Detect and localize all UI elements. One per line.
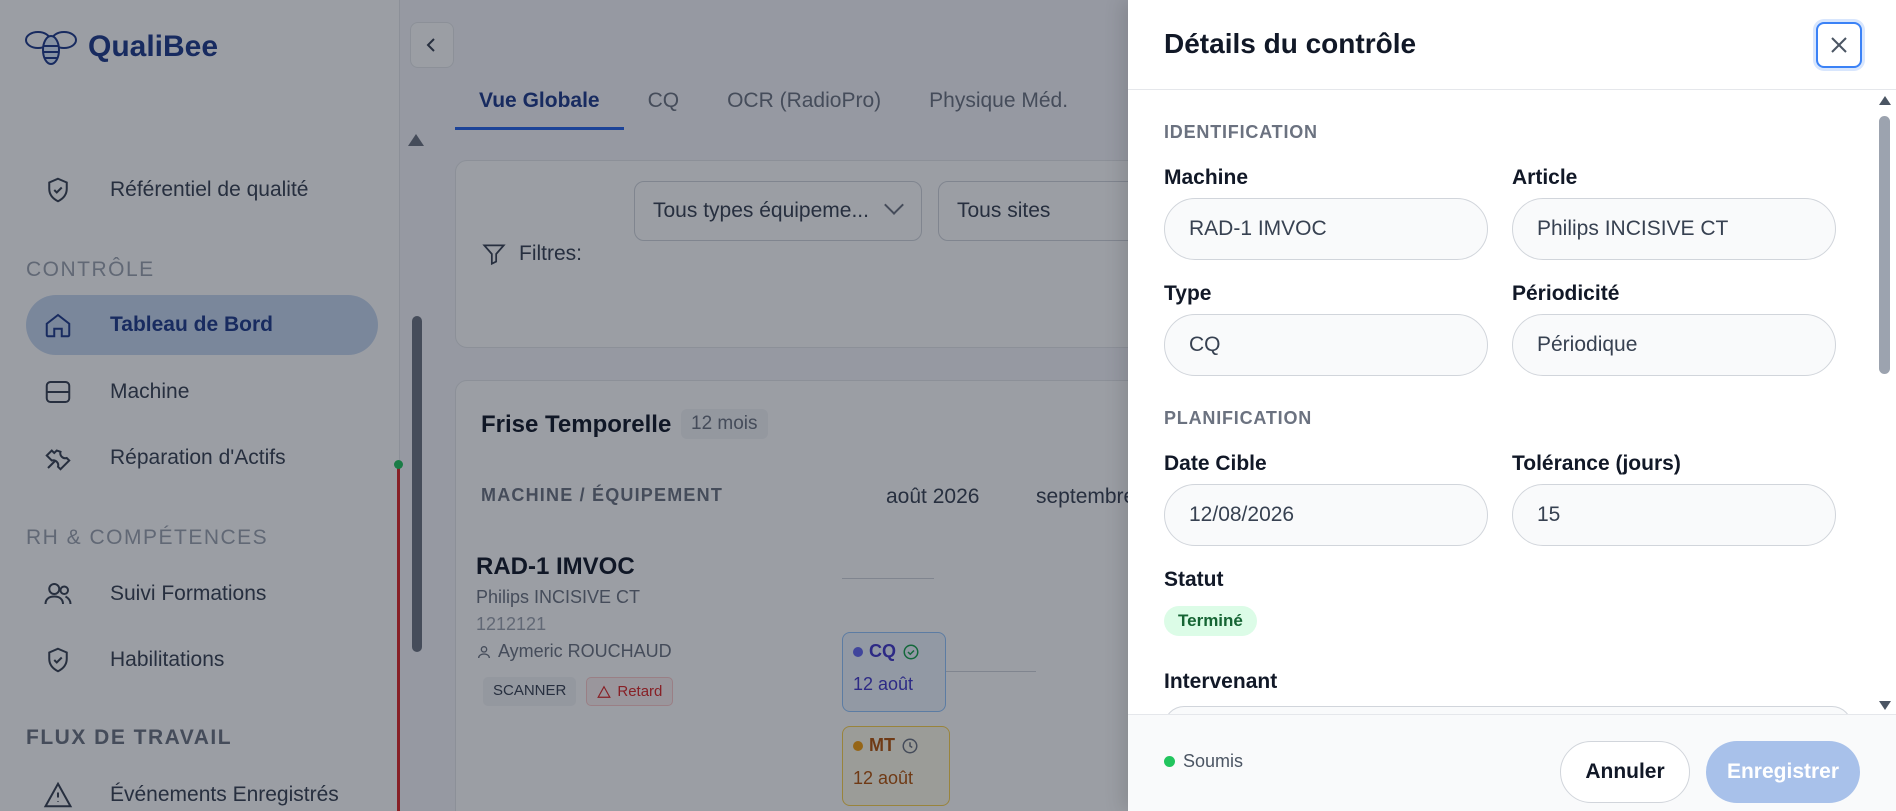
drawer-body: IDENTIFICATION Machine RAD-1 IMVOC Artic… [1128,90,1868,714]
drawer-title: Détails du contrôle [1164,28,1417,59]
close-drawer-button[interactable] [1816,22,1862,68]
section-planification: PLANIFICATION [1164,408,1313,428]
scroll-up-arrow[interactable] [1879,96,1891,105]
machine-label: Machine [1164,166,1249,189]
submission-status: Soumis [1164,751,1243,772]
save-button[interactable]: Enregistrer [1706,741,1860,803]
periodicite-label: Périodicité [1512,282,1620,305]
statut-label: Statut [1164,568,1224,591]
date-cible-label: Date Cible [1164,452,1267,475]
control-details-drawer: Détails du contrôle IDENTIFICATION Machi… [1128,0,1896,811]
intervenant-field[interactable] [1164,706,1852,714]
article-label: Article [1512,166,1578,189]
status-badge: Terminé [1164,606,1257,636]
scroll-thumb[interactable] [1879,116,1890,374]
type-label: Type [1164,282,1212,305]
periodicite-field[interactable]: Périodique [1512,314,1836,376]
drawer-header: Détails du contrôle [1128,0,1896,90]
drawer-scrollbar[interactable] [1876,96,1892,710]
drawer-footer: Soumis Annuler Enregistrer [1128,714,1896,811]
tolerance-field[interactable]: 15 [1512,484,1836,546]
close-icon [1831,37,1847,53]
date-cible-field[interactable]: 12/08/2026 [1164,484,1488,546]
article-field[interactable]: Philips INCISIVE CT [1512,198,1836,260]
machine-field[interactable]: RAD-1 IMVOC [1164,198,1488,260]
intervenant-label: Intervenant [1164,670,1278,693]
status-dot [1164,756,1175,767]
section-identification: IDENTIFICATION [1164,122,1318,142]
tolerance-label: Tolérance (jours) [1512,452,1681,475]
cancel-button[interactable]: Annuler [1560,741,1690,803]
scroll-down-arrow[interactable] [1879,701,1891,710]
type-field[interactable]: CQ [1164,314,1488,376]
submission-status-text: Soumis [1183,751,1244,771]
